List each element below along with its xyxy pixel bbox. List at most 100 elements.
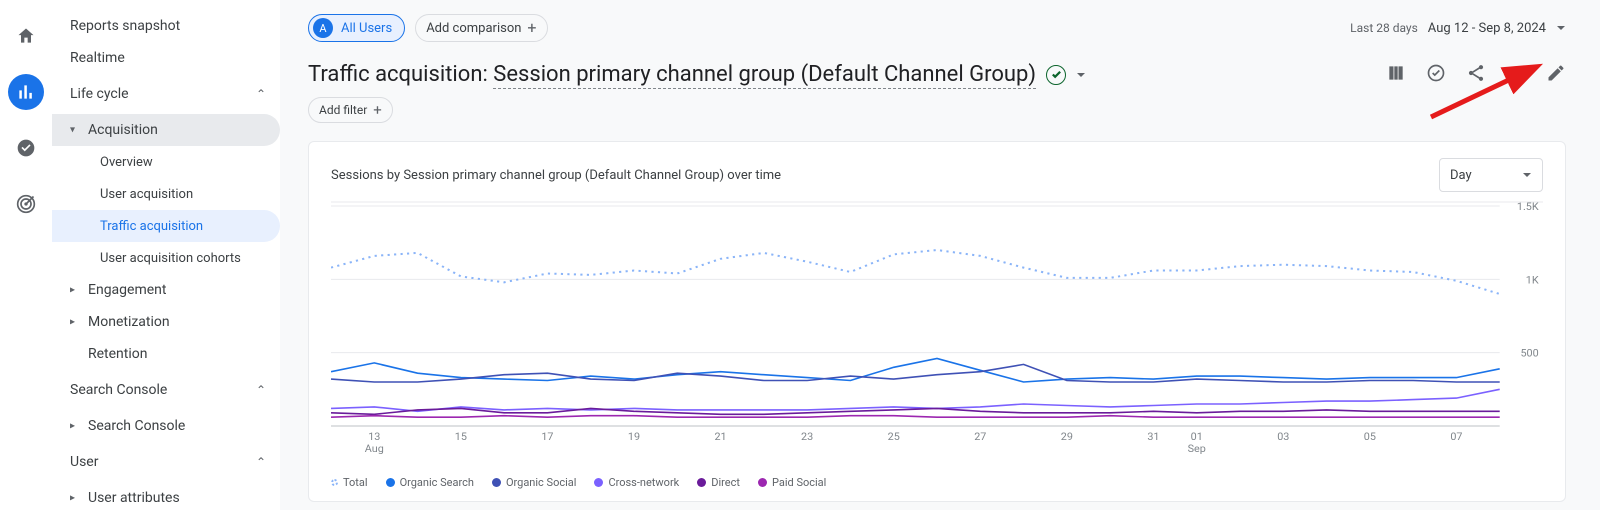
- sidenav-section-header[interactable]: User⌃: [52, 442, 280, 482]
- chart-card: Sessions by Session primary channel grou…: [308, 141, 1566, 502]
- legend-swatch: [331, 479, 338, 486]
- legend-label: Cross-network: [608, 476, 679, 489]
- svg-text:21: 21: [714, 430, 726, 442]
- reports-icon[interactable]: [8, 74, 44, 110]
- advertising-icon[interactable]: [8, 186, 44, 222]
- legend-item[interactable]: Paid Social: [758, 476, 826, 489]
- left-icon-rail: [0, 0, 52, 510]
- edit-icon[interactable]: [1546, 63, 1566, 87]
- svg-text:25: 25: [888, 430, 900, 442]
- svg-text:13: 13: [368, 430, 380, 442]
- svg-text:Aug: Aug: [365, 442, 384, 454]
- chevron-up-icon: ⌃: [256, 455, 266, 469]
- granularity-select[interactable]: Day: [1439, 158, 1543, 192]
- comparison-chips: A All Users Add comparison +: [308, 14, 548, 42]
- compare-icon[interactable]: [1386, 63, 1406, 87]
- sidenav-group[interactable]: Retention: [52, 338, 280, 370]
- svg-text:03: 03: [1277, 430, 1289, 442]
- sidenav-report-link[interactable]: User acquisition: [52, 178, 280, 210]
- svg-text:1.5K: 1.5K: [1517, 200, 1539, 212]
- page-title-dimension[interactable]: Session primary channel group (Default C…: [493, 62, 1036, 89]
- chart-legend: Total Organic Search Organic Social Cross-n…: [331, 476, 1543, 489]
- legend-swatch: [386, 478, 395, 487]
- chevron-down-icon: [1556, 23, 1566, 33]
- chart-card-title: Sessions by Session primary channel grou…: [331, 168, 781, 183]
- svg-text:01: 01: [1191, 430, 1203, 442]
- side-navigation: Reports snapshotRealtimeLife cycle⌃▾Acqu…: [52, 0, 280, 510]
- chip-bubble: A: [313, 18, 333, 38]
- main-content: A All Users Add comparison + Last 28 day…: [280, 0, 1600, 510]
- legend-swatch: [758, 478, 767, 487]
- svg-text:27: 27: [974, 430, 986, 442]
- sidenav-item[interactable]: Reports snapshot: [52, 10, 280, 42]
- explore-icon[interactable]: [8, 130, 44, 166]
- legend-label: Total: [343, 476, 368, 489]
- plus-icon: +: [373, 105, 382, 115]
- legend-item[interactable]: Direct: [697, 476, 740, 489]
- sidenav-group[interactable]: ▾Acquisition: [52, 114, 280, 146]
- legend-label: Paid Social: [772, 476, 826, 489]
- caret-down-icon: ▾: [70, 125, 75, 136]
- caret-right-icon: ▸: [70, 493, 75, 504]
- sidenav-group[interactable]: ▸Search Console: [52, 410, 280, 442]
- share-icon[interactable]: [1466, 63, 1486, 87]
- svg-text:29: 29: [1061, 430, 1073, 442]
- granularity-value: Day: [1450, 168, 1472, 183]
- svg-text:1K: 1K: [1526, 274, 1539, 286]
- sidenav-group[interactable]: ▸Monetization: [52, 306, 280, 338]
- chevron-down-icon[interactable]: [1076, 70, 1086, 80]
- top-bar: A All Users Add comparison + Last 28 day…: [308, 10, 1566, 46]
- sidenav-group[interactable]: ▸User attributes: [52, 482, 280, 514]
- title-toolbar: [1386, 63, 1566, 87]
- date-range-period: Last 28 days: [1350, 21, 1418, 35]
- legend-item[interactable]: Total: [331, 476, 368, 489]
- line-chart[interactable]: 500 1K 1.5K 13 15 17 19 21 23 25 27 29 31 01 03 05 07 Aug…: [331, 198, 1543, 468]
- caret-right-icon: ▸: [70, 317, 75, 328]
- svg-text:07: 07: [1450, 430, 1462, 442]
- chip-label: All Users: [341, 21, 392, 36]
- data-quality-badge[interactable]: [1046, 65, 1066, 85]
- svg-text:31: 31: [1147, 430, 1159, 442]
- svg-text:19: 19: [628, 430, 640, 442]
- sidenav-report-link[interactable]: Overview: [52, 146, 280, 178]
- add-comparison-button[interactable]: Add comparison +: [415, 14, 547, 42]
- svg-text:17: 17: [541, 430, 553, 442]
- legend-item[interactable]: Organic Social: [492, 476, 577, 489]
- legend-swatch: [492, 478, 501, 487]
- sidenav-report-link[interactable]: User acquisition cohorts: [52, 242, 280, 274]
- home-icon[interactable]: [8, 18, 44, 54]
- add-filter-button[interactable]: Add filter +: [308, 97, 393, 123]
- legend-swatch: [594, 478, 603, 487]
- legend-swatch: [697, 478, 706, 487]
- legend-label: Organic Search: [400, 476, 474, 489]
- page-title: Traffic acquisition: Session primary cha…: [308, 62, 1036, 87]
- sidenav-section-header[interactable]: Life cycle⌃: [52, 74, 280, 114]
- legend-item[interactable]: Cross-network: [594, 476, 679, 489]
- date-range-picker[interactable]: Last 28 days Aug 12 - Sep 8, 2024: [1350, 21, 1566, 36]
- chevron-up-icon: ⌃: [256, 87, 266, 101]
- date-range-value: Aug 12 - Sep 8, 2024: [1428, 21, 1546, 36]
- plus-icon: +: [527, 22, 536, 34]
- svg-text:05: 05: [1364, 430, 1376, 442]
- title-row: Traffic acquisition: Session primary cha…: [308, 62, 1566, 87]
- chevron-up-icon: ⌃: [256, 383, 266, 397]
- caret-right-icon: ▸: [70, 421, 75, 432]
- sidenav-report-link[interactable]: Traffic acquisition: [52, 210, 280, 242]
- add-filter-label: Add filter: [319, 103, 367, 117]
- sidenav-item[interactable]: Realtime: [52, 42, 280, 74]
- legend-item[interactable]: Organic Search: [386, 476, 474, 489]
- legend-label: Direct: [711, 476, 740, 489]
- page-title-prefix: Traffic acquisition:: [308, 62, 493, 87]
- sidenav-group[interactable]: ▸Engagement: [52, 274, 280, 306]
- svg-text:23: 23: [801, 430, 813, 442]
- svg-text:500: 500: [1520, 347, 1538, 359]
- legend-label: Organic Social: [506, 476, 577, 489]
- svg-text:Sep: Sep: [1188, 442, 1206, 454]
- insights-icon[interactable]: [1506, 63, 1526, 87]
- chevron-down-icon: [1522, 170, 1532, 180]
- data-quality-icon[interactable]: [1426, 63, 1446, 87]
- sidenav-section-header[interactable]: Search Console⌃: [52, 370, 280, 410]
- all-users-chip[interactable]: A All Users: [308, 14, 405, 42]
- caret-right-icon: ▸: [70, 285, 75, 296]
- svg-text:15: 15: [455, 430, 467, 442]
